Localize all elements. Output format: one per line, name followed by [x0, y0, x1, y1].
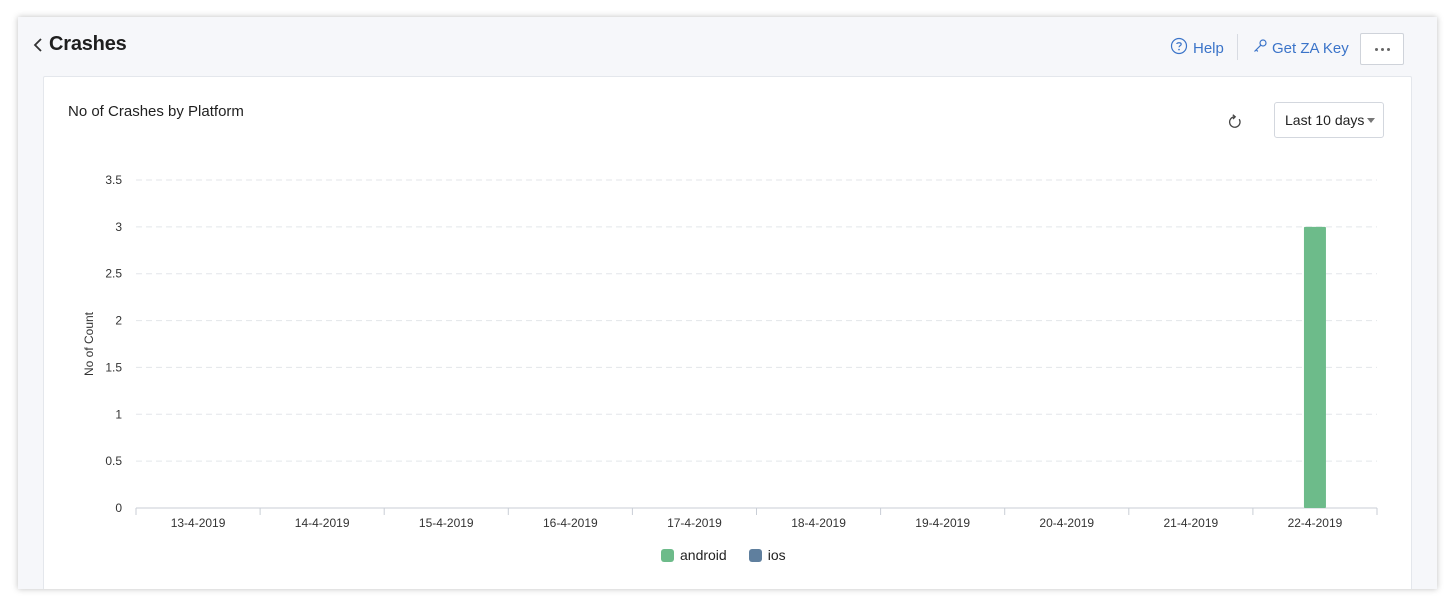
x-tick-label: 20-4-2019 [1039, 516, 1094, 530]
y-tick-label: 0 [115, 501, 122, 515]
y-tick-label: 3 [115, 220, 122, 234]
help-label: Help [1193, 39, 1224, 57]
x-tick-label: 17-4-2019 [667, 516, 722, 530]
header-divider [1237, 34, 1238, 60]
get-za-key-label: Get ZA Key [1272, 39, 1349, 57]
app-window: Crashes Help Get ZA Key No of Crashes by… [18, 17, 1437, 589]
x-tick-label: 18-4-2019 [791, 516, 846, 530]
chevron-left-icon[interactable] [32, 35, 46, 55]
page-title: Crashes [49, 33, 127, 55]
crashes-by-platform-card: No of Crashes by Platform Last 10 days 0… [43, 76, 1412, 589]
y-tick-label: 1 [115, 407, 122, 421]
x-tick-label: 19-4-2019 [915, 516, 970, 530]
key-icon [1252, 38, 1268, 58]
header-bar: Crashes Help Get ZA Key [18, 17, 1437, 75]
legend-item-ios[interactable]: ios [748, 547, 786, 563]
bar-chart: 0 0.5 1 1.5 2 2.5 3 3.5 No of Count 13-4-2019 14-4… [82, 173, 1378, 530]
get-za-key-link[interactable]: Get ZA Key [1252, 37, 1349, 59]
x-tick-label: 22-4-2019 [1288, 516, 1343, 530]
y-tick-label: 1.5 [105, 360, 122, 374]
legend-swatch-android [661, 548, 674, 562]
bar-android [1303, 226, 1326, 508]
legend-label-ios: ios [767, 547, 786, 563]
x-tick-label: 16-4-2019 [543, 516, 598, 530]
chart-legend: android ios [661, 547, 786, 563]
more-options-button[interactable] [1360, 33, 1404, 65]
question-circle-icon [1170, 37, 1188, 59]
x-tick-label: 14-4-2019 [295, 516, 350, 530]
x-tick-label: 15-4-2019 [419, 516, 474, 530]
legend-label-android: android [680, 547, 727, 563]
y-axis-label: No of Count [82, 311, 96, 376]
help-link[interactable]: Help [1170, 37, 1224, 59]
y-tick-label: 2.5 [105, 267, 122, 281]
x-tick-label: 21-4-2019 [1163, 516, 1218, 530]
legend-swatch-ios [748, 548, 762, 562]
legend-item-android[interactable]: android [661, 547, 727, 563]
x-tick-label: 13-4-2019 [171, 516, 226, 530]
y-tick-label: 2 [115, 314, 122, 328]
ellipsis-icon [1374, 47, 1378, 51]
y-tick-label: 3.5 [105, 173, 122, 187]
y-tick-label: 0.5 [105, 454, 122, 468]
